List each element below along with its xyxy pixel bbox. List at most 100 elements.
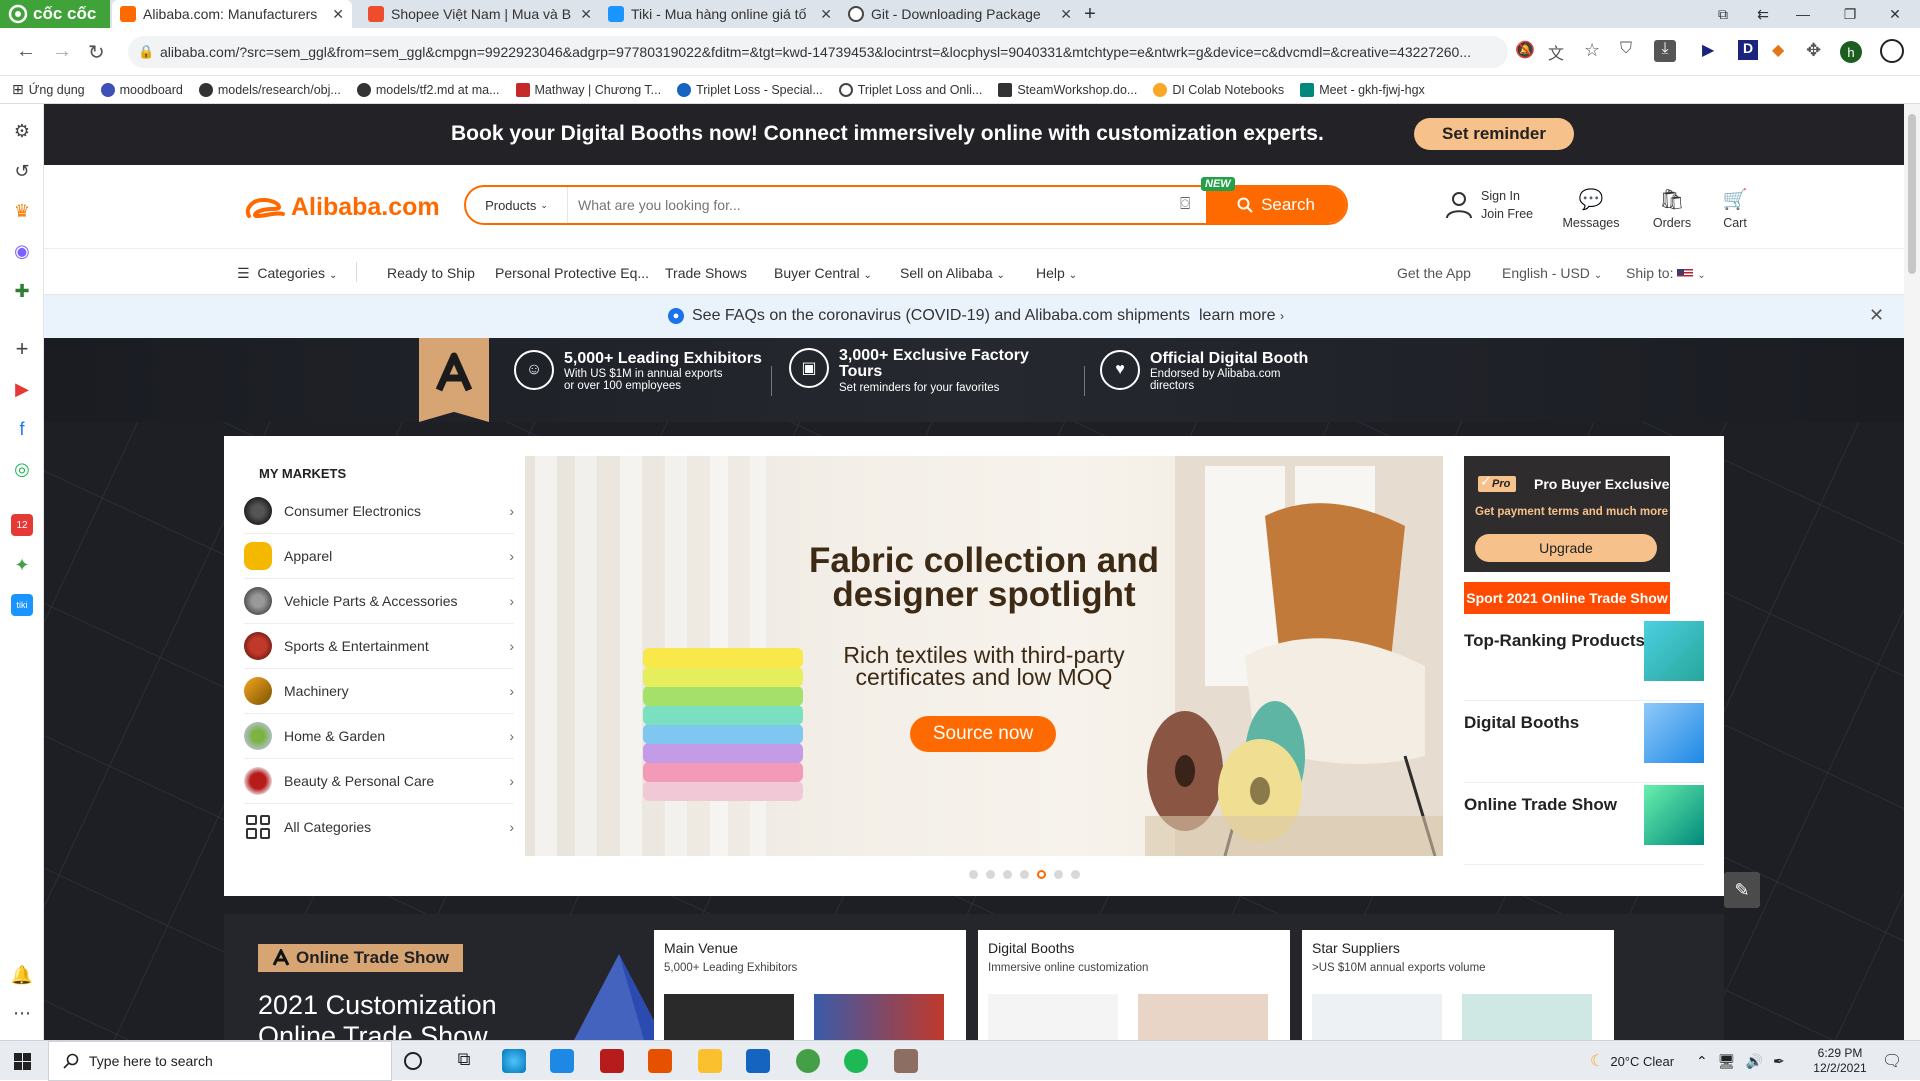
close-tab-icon[interactable]: ✕ [580, 6, 592, 23]
task-view-icon[interactable]: ⧉ [452, 1049, 476, 1073]
new-tab-button[interactable]: + [1070, 0, 1110, 28]
carousel-dot[interactable] [1003, 870, 1012, 879]
search-tabs-icon[interactable]: ⧉ [1703, 0, 1743, 28]
crown-icon[interactable]: ♛ [11, 200, 33, 222]
volume-icon[interactable]: 🔊 [1746, 1053, 1763, 1070]
address-bar[interactable]: 🔒 alibaba.com/?src=sem_ggl&from=sem_ggl&… [128, 36, 1508, 68]
cortana-icon[interactable] [404, 1052, 422, 1070]
online-trade-show-link[interactable]: Online Trade Show [1464, 785, 1704, 865]
bookmark-github-1[interactable]: models/research/obj... [198, 82, 341, 97]
notification-center-icon[interactable]: 🗨 [1882, 1041, 1902, 1081]
messages-button[interactable]: 💬 Messages [1559, 187, 1623, 230]
search-button[interactable]: Search [1206, 187, 1346, 223]
source-now-button[interactable]: Source now [910, 716, 1056, 752]
shopee-sale-icon[interactable]: 12 [11, 514, 33, 536]
office-icon[interactable] [648, 1049, 672, 1073]
tab-tiki[interactable]: Tiki - Mua hàng online giá tố ✕ [600, 0, 840, 28]
history-icon[interactable]: ↺ [11, 160, 33, 182]
market-machinery[interactable]: Machinery › [244, 669, 514, 714]
taskbar-search[interactable]: Type here to search [48, 1041, 392, 1081]
nav-ppe[interactable]: Personal Protective Eq... [495, 265, 649, 281]
pen-icon[interactable]: ✒ [1773, 1053, 1785, 1070]
settings-gear-icon[interactable]: ⚙ [11, 120, 33, 142]
market-all-categories[interactable]: All Categories › [244, 804, 514, 849]
bookmark-star-icon[interactable]: ☆ [1584, 40, 1600, 61]
edge-icon[interactable] [502, 1049, 526, 1073]
sign-in-block[interactable]: Sign In Join Free [1445, 189, 1533, 221]
scrollbar-thumb[interactable] [1908, 114, 1916, 274]
bookmark-triplet-2[interactable]: Triplet Loss and Onli... [838, 82, 982, 97]
translate-icon[interactable]: 文 [1548, 40, 1564, 64]
ship-to-select[interactable]: Ship to: ⌄ [1626, 265, 1706, 281]
mail-icon[interactable] [550, 1049, 574, 1073]
notification-bell-icon[interactable]: 🔔 [11, 964, 33, 986]
tiki-sale-icon[interactable]: tiki [11, 594, 33, 616]
tab-back-icon[interactable]: ⇇ [1743, 0, 1783, 28]
spotify-taskbar-icon[interactable] [844, 1049, 868, 1073]
nav-help[interactable]: Help ⌄ [1036, 265, 1077, 281]
weather-widget[interactable]: ☾ 20°C Clear [1590, 1041, 1674, 1081]
search-category-select[interactable]: Products ⌄ [466, 187, 568, 223]
alibaba-logo[interactable]: Alibaba.com [243, 193, 440, 222]
coccoc-game-icon[interactable]: ✦ [11, 554, 33, 576]
orders-button[interactable]: 🛍 Orders [1644, 187, 1700, 230]
tab-git[interactable]: Git - Downloading Package ✕ [840, 0, 1080, 28]
nav-buyer-central[interactable]: Buyer Central ⌄ [774, 265, 872, 281]
market-apparel[interactable]: Apparel › [244, 534, 514, 579]
search-input[interactable] [578, 195, 1148, 215]
menu-circle-icon[interactable] [1880, 39, 1904, 63]
sign-in-link[interactable]: Sign In [1481, 189, 1533, 203]
forward-icon[interactable]: → [52, 40, 72, 63]
join-free-link[interactable]: Join Free [1481, 207, 1533, 221]
nav-sell-on-alibaba[interactable]: Sell on Alibaba ⌄ [900, 265, 1005, 281]
bookmark-apps[interactable]: ⊞ Ứng dụng [12, 81, 85, 98]
lock-icon[interactable]: 🔒 [138, 44, 154, 60]
clock[interactable]: 6:29 PM 12/2/2021 [1808, 1041, 1872, 1081]
camera-icon[interactable]: ⌼ [1180, 194, 1190, 214]
top-ranking-link[interactable]: Top-Ranking Products [1464, 621, 1704, 701]
windows-start-icon[interactable] [14, 1053, 31, 1070]
profile-avatar[interactable]: h [1840, 41, 1862, 63]
shield-icon[interactable]: ⛉ [1620, 40, 1632, 58]
minimize-button[interactable]: — [1783, 0, 1823, 28]
show-hidden-icons-icon[interactable]: ⌃ [1696, 1053, 1708, 1070]
carousel-dot[interactable] [1071, 870, 1080, 879]
categories-menu[interactable]: ☰ Categories ⌄ [237, 265, 337, 282]
star-suppliers-card[interactable]: Star Suppliers >US $10M annual exports v… [1302, 930, 1614, 1040]
sport-trade-show-button[interactable]: Sport 2021 Online Trade Show [1464, 582, 1670, 614]
gamepad-icon[interactable]: ✚ [11, 280, 33, 302]
tab-alibaba[interactable]: Alibaba.com: Manufacturers ✕ [112, 0, 352, 28]
extensions-puzzle-icon[interactable]: ✥ [1806, 40, 1821, 61]
bookmark-mathway[interactable]: Mathway | Chương T... [515, 82, 661, 97]
bookmark-colab[interactable]: DI Colab Notebooks [1153, 82, 1284, 97]
close-notice-icon[interactable]: ✕ [1869, 305, 1884, 326]
spotify-icon[interactable]: ◎ [11, 458, 33, 480]
maximize-button[interactable]: ❐ [1830, 0, 1870, 28]
bookmark-meet[interactable]: Meet - gkh-fjwj-hgx [1300, 82, 1425, 97]
add-panel-icon[interactable]: + [11, 336, 33, 361]
carousel-dot[interactable] [969, 870, 978, 879]
image-app-icon[interactable] [894, 1049, 918, 1073]
upgrade-button[interactable]: Upgrade [1475, 534, 1657, 562]
carousel-dot[interactable] [1020, 870, 1029, 879]
carousel-dot[interactable] [986, 870, 995, 879]
market-beauty[interactable]: Beauty & Personal Care › [244, 759, 514, 804]
digital-booths-link[interactable]: Digital Booths [1464, 703, 1704, 783]
download-icon[interactable]: ⤓ [1654, 40, 1676, 62]
market-vehicle-parts[interactable]: Vehicle Parts & Accessories › [244, 579, 514, 624]
bookmark-moodboard[interactable]: moodboard [100, 82, 183, 97]
coccoc-menu-button[interactable]: cốc cốc [0, 0, 110, 28]
close-window-button[interactable]: ✕ [1875, 0, 1915, 28]
get-the-app-link[interactable]: Get the App [1397, 265, 1471, 281]
reload-icon[interactable]: ↻ [88, 40, 105, 65]
notifications-off-icon[interactable]: 🔕 [1515, 40, 1535, 60]
hero-banner[interactable]: Fabric collection and designer spotlight… [525, 456, 1443, 856]
store-icon[interactable] [746, 1049, 770, 1073]
learn-more-link[interactable]: learn more › [1199, 307, 1284, 325]
more-dots-icon[interactable]: ⋯ [11, 1002, 33, 1024]
nav-trade-shows[interactable]: Trade Shows [665, 265, 747, 281]
d-extension-icon[interactable]: D [1738, 40, 1758, 60]
market-sports[interactable]: Sports & Entertainment › [244, 624, 514, 669]
digital-booths-card[interactable]: Digital Booths Immersive online customiz… [978, 930, 1290, 1040]
set-reminder-button[interactable]: Set reminder [1414, 118, 1574, 150]
